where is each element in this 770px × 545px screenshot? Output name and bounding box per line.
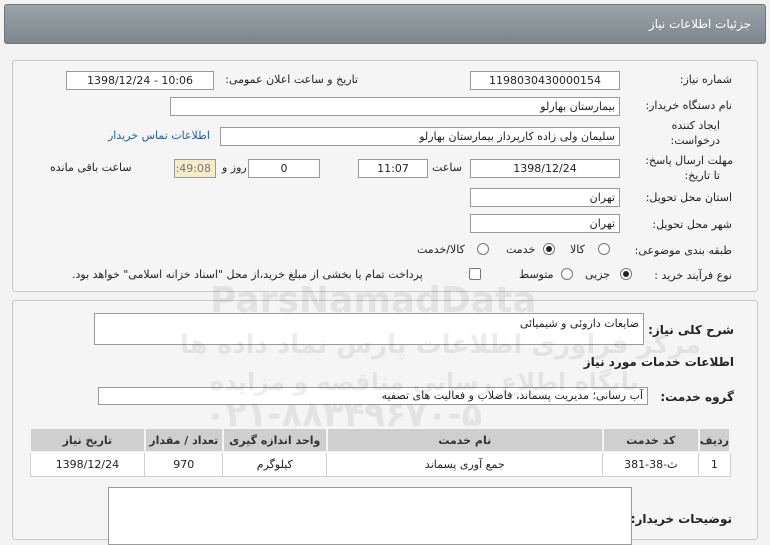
city-label: شهر محل تحویل: [652, 218, 732, 231]
cell-row-number: 1 [698, 451, 731, 477]
payment-note: پرداخت تمام یا بخشی از مبلغ خرید،از محل … [72, 268, 423, 281]
header-unit: واحد اندازه گیری [221, 427, 328, 453]
contact-buyer-link[interactable]: اطلاعات تماس خریدار [108, 129, 210, 142]
process-label: نوع فرآیند خرید : [654, 269, 732, 282]
cell-unit: کیلوگرم [222, 451, 328, 477]
buyer-notes-field [108, 487, 632, 545]
cell-service-name: جمع آوری پسماند [326, 451, 604, 477]
buyer-field: بیمارستان بهارلو [170, 97, 620, 116]
header-service-name: نام خدمت [325, 427, 604, 453]
creator-label-2: درخواست: [670, 134, 720, 147]
service-group-field: آب رسانی؛ مدیریت پسماند، فاضلاب و فعالیت… [98, 387, 648, 405]
buyer-label: نام دستگاه خریدار: [645, 99, 732, 112]
cell-need-date: 1398/12/24 [29, 451, 146, 477]
buyer-notes-label: توضیحات خریدار: [630, 512, 732, 526]
creator-label: ایجاد کننده [671, 119, 720, 132]
payment-treasury-checkbox[interactable] [469, 268, 481, 280]
category-radio-goods-service[interactable] [477, 243, 489, 255]
days-field: 0 [248, 159, 320, 178]
need-number-label: شماره نیاز: [679, 73, 732, 86]
remaining-time-field: 00:49:08 [174, 159, 216, 178]
need-number-field: 1198030430000154 [470, 71, 620, 90]
table-header-row: ردیف کد خدمت نام خدمت واحد اندازه گیری ت… [29, 427, 732, 453]
deadline-label: مهلت ارسال پاسخ: [645, 154, 733, 167]
services-heading: اطلاعات خدمات مورد نیاز [583, 355, 734, 369]
window-title-bar: جزئیات اطلاعات نیاز [4, 4, 766, 44]
remaining-label: ساعت باقی مانده [50, 161, 132, 174]
category-option-goods: کالا [570, 243, 585, 256]
creator-field: سلیمان ولی زاده کارپرداز بیمارستان بهارل… [220, 127, 620, 146]
header-row-number: ردیف [697, 427, 732, 453]
service-group-label: گروه خدمت: [660, 390, 734, 404]
summary-label: شرح کلی نیاز: [648, 323, 734, 337]
days-label: روز و [222, 161, 247, 174]
header-quantity: تعداد / مقدار [143, 427, 224, 453]
deadline-label-2: تا تاریخ: [684, 169, 720, 182]
header-need-date: تاریخ نیاز [29, 427, 146, 453]
process-radio-medium[interactable] [561, 268, 573, 280]
cell-service-code: ث-38-381 [602, 451, 700, 477]
category-option-goods-service: کالا/خدمت [417, 243, 465, 256]
services-table: ردیف کد خدمت نام خدمت واحد اندازه گیری ت… [29, 427, 732, 477]
summary-field: ضایعات داروئی و شیمیائی [94, 313, 644, 345]
province-label: استان محل تحویل: [645, 191, 732, 204]
time-label: ساعت [432, 161, 462, 174]
header-service-code: کد خدمت [601, 427, 700, 453]
category-label: طبقه بندی موضوعی: [634, 244, 732, 257]
category-radio-goods[interactable] [598, 243, 610, 255]
cell-quantity: 970 [144, 451, 224, 477]
announce-label: تاریخ و ساعت اعلان عمومی: [225, 73, 358, 86]
process-option-medium: متوسط [519, 268, 554, 281]
table-row: 1 ث-38-381 جمع آوری پسماند کیلوگرم 970 1… [29, 451, 731, 477]
announce-field: 1398/12/24 - 10:06 [66, 71, 214, 90]
process-option-minor: جزیی [585, 268, 611, 281]
page-title: جزئیات اطلاعات نیاز [648, 17, 751, 31]
deadline-time-field: 11:07 [358, 159, 428, 178]
city-field: تهران [470, 214, 620, 233]
process-radio-minor[interactable] [620, 268, 632, 280]
province-field: تهران [470, 188, 620, 207]
deadline-date-field: 1398/12/24 [470, 159, 620, 178]
category-option-service: خدمت [506, 243, 536, 256]
category-radio-service[interactable] [543, 243, 555, 255]
